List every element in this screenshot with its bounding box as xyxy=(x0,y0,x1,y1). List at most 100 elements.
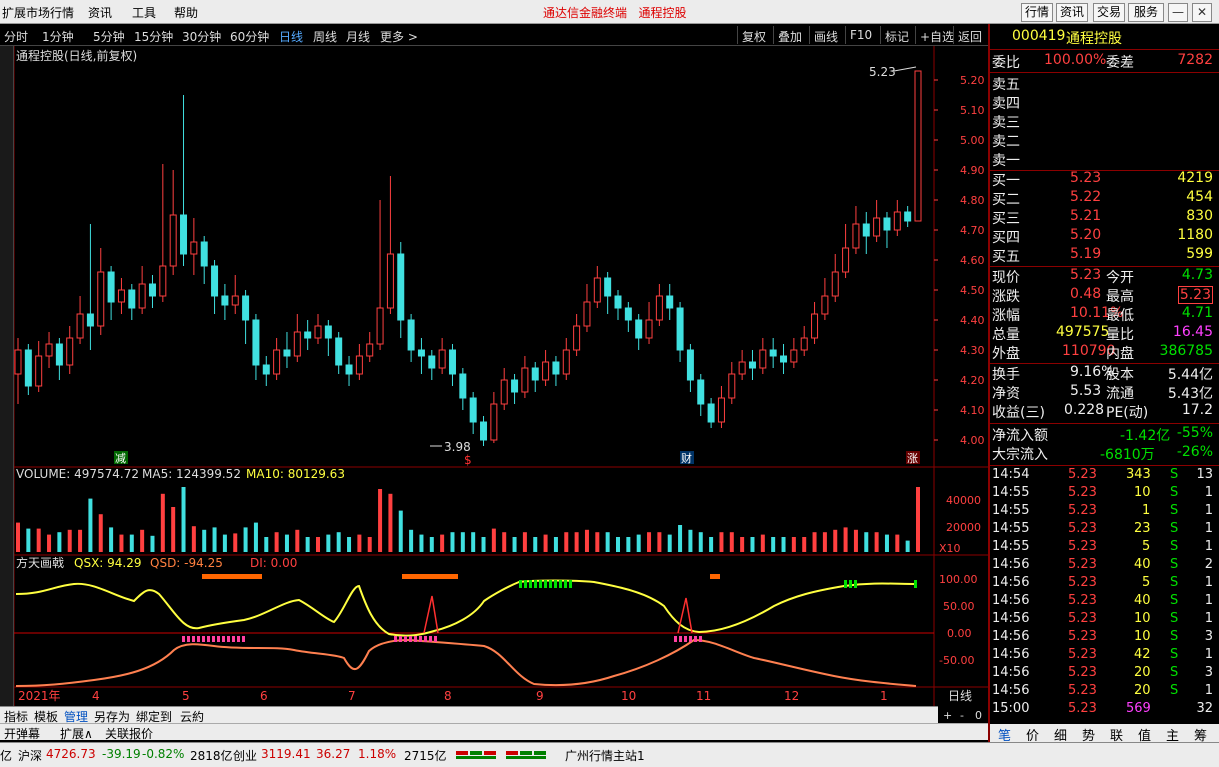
signal-bar xyxy=(402,574,458,579)
related-quote-toggle[interactable]: 关联报价 xyxy=(105,725,153,742)
add-favorite-button[interactable]: +自选 xyxy=(915,26,958,44)
volume-bar xyxy=(36,528,41,552)
price-tick: 4.30 xyxy=(960,344,985,357)
extend-toggle[interactable]: 扩展∧ xyxy=(60,725,93,742)
volume-bar xyxy=(626,537,631,552)
service-button[interactable]: 服务 xyxy=(1128,3,1164,22)
candle-body xyxy=(873,217,881,237)
ask-row: 卖五 xyxy=(990,74,1219,93)
tab-main[interactable]: 主 xyxy=(1166,725,1179,744)
period-tab-active[interactable]: 日线 xyxy=(279,28,303,45)
tab-price[interactable]: 价 xyxy=(1026,725,1039,744)
volume-bar xyxy=(26,528,31,552)
period-tab[interactable]: 分时 xyxy=(4,28,28,45)
mark-button[interactable]: 标记 xyxy=(880,26,913,44)
period-tab[interactable]: 15分钟 xyxy=(134,28,173,45)
tab-trades[interactable]: 笔 xyxy=(998,725,1011,744)
menu-extended-market[interactable]: 扩展市场行情 xyxy=(2,4,74,21)
candle-body xyxy=(790,349,798,363)
volume-bar xyxy=(740,537,745,552)
more-periods[interactable]: 更多 > xyxy=(380,28,418,45)
draw-button[interactable]: 画线 xyxy=(809,26,842,44)
trade-button[interactable]: 交易 xyxy=(1093,3,1125,22)
volume-bar xyxy=(512,537,517,552)
trade-count: 1 xyxy=(1204,485,1213,500)
bid-label: 买五 xyxy=(992,249,1020,265)
menu-news[interactable]: 资讯 xyxy=(88,4,112,21)
weicha-label: 委差 xyxy=(1106,55,1134,71)
server-name[interactable]: 广州行情主站1 xyxy=(565,747,645,764)
trade-time: 14:55 xyxy=(992,503,1030,518)
tab-chips[interactable]: 筹 xyxy=(1194,725,1207,744)
bid-volume: 4219 xyxy=(1177,170,1213,186)
back-button[interactable]: 返回 xyxy=(953,26,986,44)
tab-related[interactable]: 联 xyxy=(1110,725,1123,744)
left-scrollbar[interactable] xyxy=(0,46,14,706)
flow-value: -6810万 xyxy=(1100,447,1155,463)
trade-price: 5.23 xyxy=(1068,467,1097,482)
news-button[interactable]: 资讯 xyxy=(1056,3,1088,22)
kline-chart[interactable]: 通程控股(日线,前复权) 5.20 5.10 5.00 4.90 4.80 4.70 4.6… xyxy=(14,46,988,706)
candles xyxy=(14,70,922,446)
menu-bar: 扩展市场行情 资讯 工具 帮助 通达信金融终端 通程控股 行情 资讯 交易 服务… xyxy=(0,0,1219,24)
quote-button[interactable]: 行情 xyxy=(1021,3,1053,22)
overlay-button[interactable]: 叠加 xyxy=(773,26,806,44)
barrage-toggle[interactable]: 开弹幕 xyxy=(4,725,40,742)
index-amount: 2818亿 xyxy=(190,749,233,763)
trade-row: 14:56 5.23 40 S 2 xyxy=(990,557,1219,575)
quote-row: 现价 5.23 今开 4.73 xyxy=(990,267,1219,286)
fund-row: 收益(三) 0.228 PE(动) 17.2 xyxy=(990,402,1219,421)
candle-body xyxy=(707,403,715,423)
volume-bar xyxy=(791,537,796,552)
f10-button[interactable]: F10 xyxy=(845,26,876,44)
zoom-in-button[interactable]: + xyxy=(943,709,952,722)
index-name[interactable]: 沪深 xyxy=(18,747,42,764)
period-tab[interactable]: 周线 xyxy=(313,28,337,45)
trade-price: 5.23 xyxy=(1068,629,1097,644)
period-tab[interactable]: 60分钟 xyxy=(230,28,269,45)
volume-bar xyxy=(440,534,445,552)
candle-body xyxy=(469,397,477,423)
period-tab[interactable]: 30分钟 xyxy=(182,28,221,45)
indicator-bar xyxy=(914,580,917,588)
candle-body xyxy=(138,283,146,309)
candle-body xyxy=(914,70,922,222)
candle-body xyxy=(511,379,519,393)
menu-tools[interactable]: 工具 xyxy=(132,4,156,21)
trade-count: 1 xyxy=(1204,521,1213,536)
tab-detail[interactable]: 细 xyxy=(1054,725,1067,744)
bid-price: 5.20 xyxy=(1070,227,1102,243)
volume-bar xyxy=(212,527,217,552)
status-bar: 亿 沪深 4726.73 -39.19 -0.82% 2818亿 创业 3119… xyxy=(0,742,1219,767)
marker-dollar[interactable]: $ xyxy=(464,453,472,467)
tab-value[interactable]: 值 xyxy=(1138,725,1151,744)
close-icon[interactable]: ✕ xyxy=(1192,3,1212,22)
signal-bar xyxy=(710,574,720,579)
index-value: 3119.41 xyxy=(261,747,311,761)
adjust-button[interactable]: 复权 xyxy=(737,26,770,44)
period-tab[interactable]: 5分钟 xyxy=(93,28,125,45)
indicator-bar xyxy=(404,636,407,642)
indicator-di: DI: 0.00 xyxy=(250,556,297,570)
period-tab[interactable]: 月线 xyxy=(346,28,370,45)
trade-count: 3 xyxy=(1204,629,1213,644)
bid-label: 买一 xyxy=(992,173,1020,189)
zoom-out-button[interactable]: - xyxy=(960,709,964,722)
stock-title: 通程控股 xyxy=(638,6,687,20)
candle-body xyxy=(562,349,570,375)
index-name[interactable]: 创业 xyxy=(233,747,257,764)
candle-body xyxy=(738,361,746,375)
flow-row: 净流入额 -1.42亿 -55% xyxy=(990,425,1219,444)
indicator-name[interactable]: 方天画戟 xyxy=(16,555,64,570)
zoom-reset-button[interactable]: 0 xyxy=(975,709,982,722)
menu-help[interactable]: 帮助 xyxy=(174,4,198,21)
index-pct: 1.18% xyxy=(358,747,397,761)
minimize-icon[interactable]: — xyxy=(1168,3,1188,22)
date-tick: 11 xyxy=(696,689,711,703)
trade-side: S xyxy=(1170,593,1179,608)
tab-trend[interactable]: 势 xyxy=(1082,725,1095,744)
period-tab[interactable]: 1分钟 xyxy=(42,28,74,45)
trade-side: S xyxy=(1170,521,1179,536)
candle-body xyxy=(200,241,208,267)
volume-bar xyxy=(667,534,672,552)
